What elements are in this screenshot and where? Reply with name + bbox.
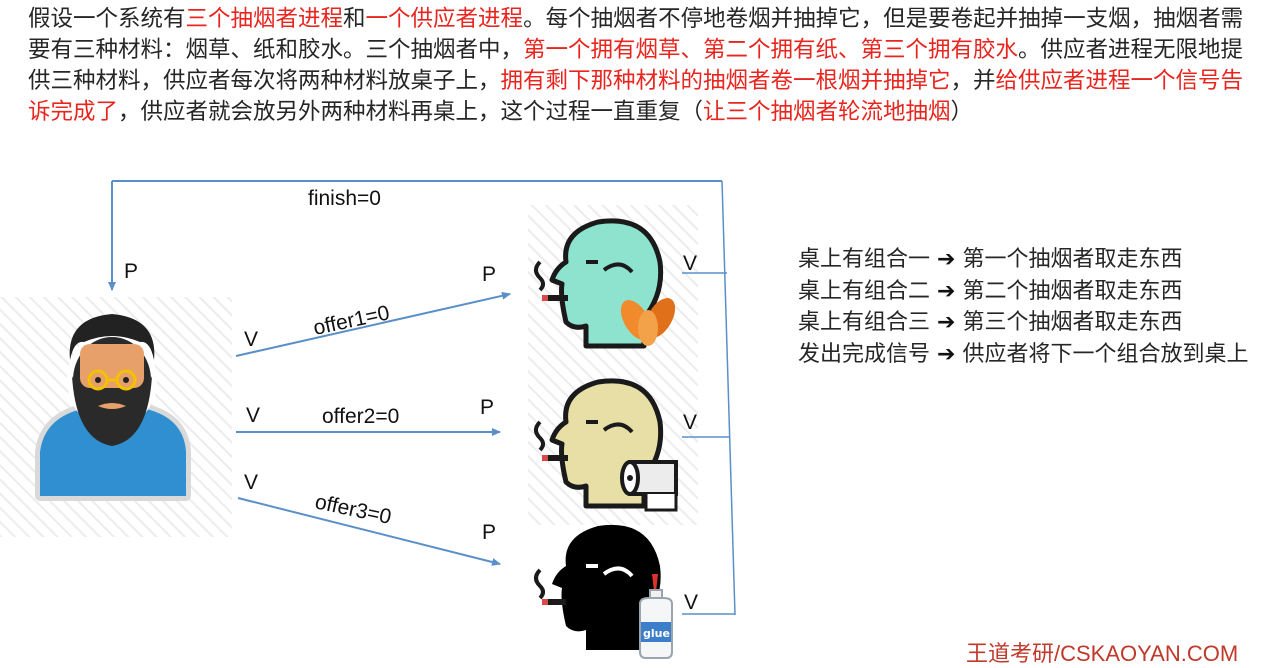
smoker2-v-label: V: [683, 411, 697, 434]
offer3-v-label: V: [244, 471, 258, 494]
offer1-label: offer1=0: [311, 301, 391, 340]
legend-line-4-right: 供应者将下一个组合放到桌上: [962, 341, 1249, 367]
offer3-p-label: P: [482, 521, 496, 544]
smoker3-icon: glue: [534, 524, 673, 659]
legend-line-1-left: 桌上有组合一: [798, 247, 931, 272]
offer1-v-label: V: [244, 328, 258, 351]
finish-p-label: P: [124, 260, 138, 283]
glue-label: glue: [643, 627, 670, 640]
legend-line-2: 桌上有组合二 ➔ 第二个抽烟者取走东西: [798, 276, 1267, 308]
legend-line-3-left: 桌上有组合三: [798, 310, 931, 335]
legend-line-1: 桌上有组合一 ➔ 第一个抽烟者取走东西: [798, 244, 1267, 276]
offer2-v-label: V: [246, 404, 260, 427]
legend-line-2-right: 第二个抽烟者取走东西: [962, 278, 1183, 304]
offer2-p-label: P: [480, 396, 494, 419]
legend: 桌上有组合一 ➔ 第一个抽烟者取走东西 桌上有组合二 ➔ 第二个抽烟者取走东西 …: [798, 244, 1267, 370]
finish-label: finish=0: [308, 187, 381, 210]
smoker3-v-label: V: [684, 591, 698, 614]
arrow-icon: ➔: [937, 278, 956, 304]
legend-line-4-left: 发出完成信号: [798, 341, 937, 367]
legend-line-3: 桌上有组合三 ➔ 第三个抽烟者取走东西: [798, 307, 1267, 339]
legend-line-4: 发出完成信号 ➔ 供应者将下一个组合放到桌上: [798, 339, 1267, 371]
arrow-icon: ➔: [937, 247, 956, 272]
arrow-icon: ➔: [937, 310, 956, 335]
offer1-p-label: P: [482, 263, 496, 286]
legend-line-3-right: 第三个抽烟者取走东西: [962, 310, 1183, 335]
smoker1-v-label: V: [683, 252, 697, 275]
offer2-label: offer2=0: [322, 405, 399, 428]
legend-line-1-right: 第一个抽烟者取走东西: [962, 247, 1183, 272]
watermark: 王道考研/CSKAOYAN.COM: [966, 641, 1239, 666]
offer3-label: offer3=0: [313, 490, 393, 529]
arrow-icon: ➔: [937, 341, 956, 367]
legend-line-2-left: 桌上有组合二: [798, 278, 931, 304]
